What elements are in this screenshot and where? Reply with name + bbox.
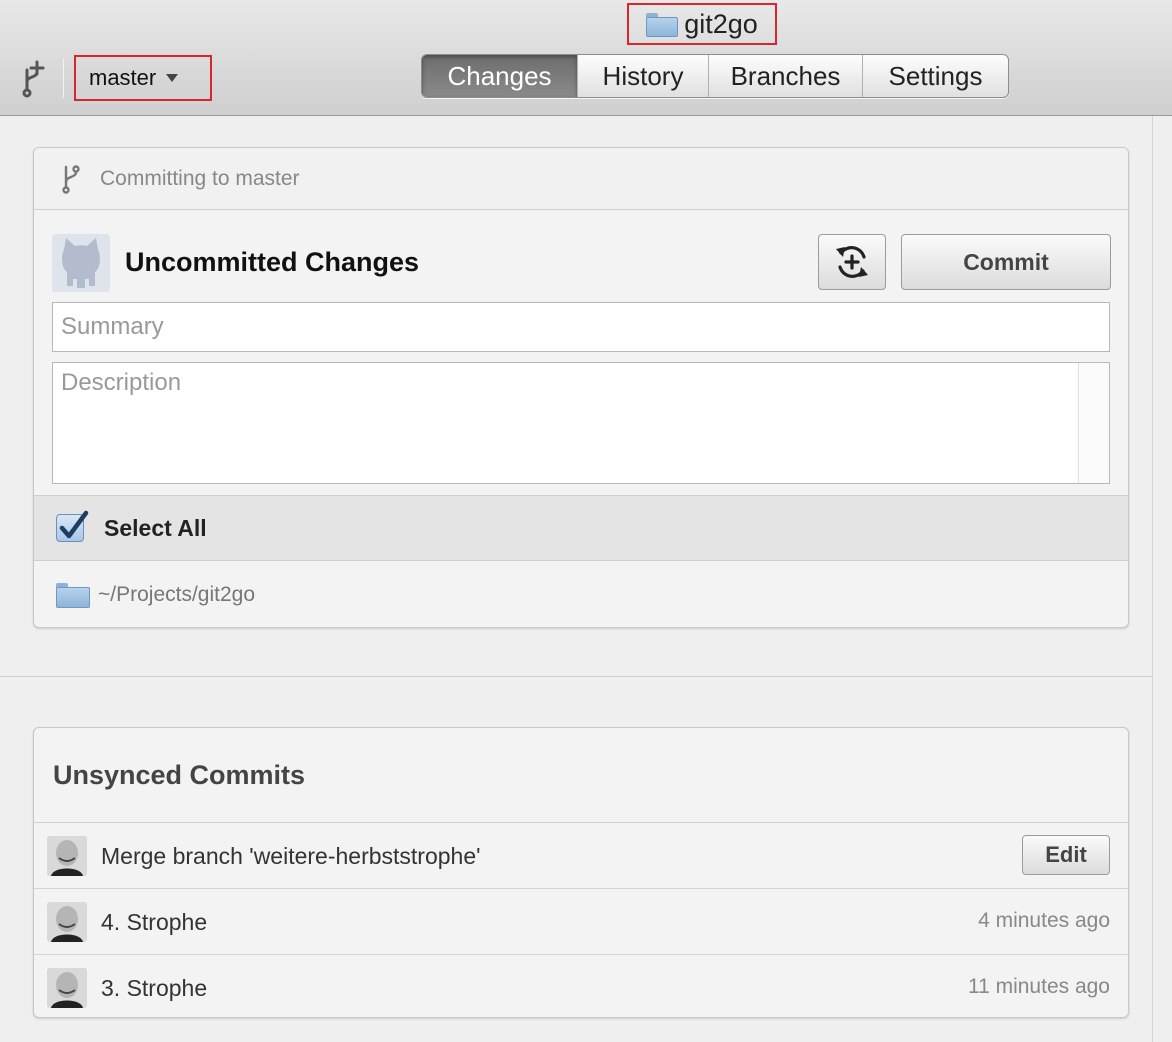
commit-panel: Committing to master Uncommitted Changes… (33, 147, 1129, 628)
octocat-avatar (52, 234, 110, 292)
select-all-checkbox[interactable] (56, 510, 89, 542)
unsynced-header: Unsynced Commits (34, 728, 1128, 823)
commit-message: 4. Strophe (101, 909, 208, 935)
commit-message: 3. Strophe (101, 975, 208, 1001)
sync-add-icon (836, 246, 868, 278)
view-tabs: Changes History Branches Settings (421, 54, 1009, 98)
chevron-down-icon (166, 74, 179, 82)
author-avatar (47, 902, 87, 942)
tab-history[interactable]: History (577, 55, 708, 97)
branch-selector[interactable]: master (74, 55, 212, 101)
window-title: git2go (627, 3, 777, 45)
author-avatar (47, 836, 87, 876)
unsynced-title: Unsynced Commits (53, 759, 306, 790)
commit-row[interactable]: 4. Strophe 4 minutes ago (34, 889, 1128, 955)
commit-panel-header: Committing to master (34, 148, 1128, 210)
toolbar: git2go master Changes History Branches S… (0, 0, 1172, 116)
author-avatar (47, 968, 87, 1008)
select-all-row: Select All (34, 495, 1128, 561)
description-scrollbar[interactable] (1078, 363, 1109, 483)
select-all-label: Select All (104, 514, 207, 541)
summary-input[interactable] (52, 302, 1110, 352)
tab-changes[interactable]: Changes (422, 55, 577, 97)
commit-form: Uncommitted Changes Commit (34, 210, 1128, 495)
branch-name: master (89, 65, 157, 90)
checkmark-icon (59, 510, 89, 539)
commit-message: Merge branch 'weitere-herbststrophe' (101, 843, 481, 869)
unsynced-commits-panel: Unsynced Commits Merge branch 'weitere-h… (33, 727, 1129, 1018)
commit-time: 4 minutes ago (978, 909, 1110, 932)
branch-icon (62, 164, 80, 194)
add-branch-icon[interactable] (17, 60, 51, 98)
folder-icon (56, 583, 90, 608)
committing-to-label: Committing to master (100, 166, 300, 190)
folder-icon (646, 13, 679, 37)
repo-path-row: ~/Projects/git2go (34, 561, 1128, 627)
edit-button[interactable]: Edit (1022, 835, 1110, 875)
sync-button[interactable] (818, 234, 886, 290)
toolbar-divider (63, 58, 64, 98)
commit-button[interactable]: Commit (901, 234, 1111, 290)
commit-row[interactable]: Merge branch 'weitere-herbststrophe' Edi… (34, 823, 1128, 889)
scrollbar-edge (1152, 116, 1153, 1042)
description-input[interactable] (52, 362, 1110, 484)
tab-settings[interactable]: Settings (862, 55, 1008, 97)
repo-name: git2go (684, 8, 758, 39)
commit-row[interactable]: 3. Strophe 11 minutes ago (34, 955, 1128, 1017)
tab-branches[interactable]: Branches (708, 55, 862, 97)
uncommitted-changes-title: Uncommitted Changes (125, 247, 420, 277)
commit-time: 11 minutes ago (967, 975, 1110, 998)
section-divider (0, 676, 1152, 677)
repo-path: ~/Projects/git2go (98, 583, 256, 606)
